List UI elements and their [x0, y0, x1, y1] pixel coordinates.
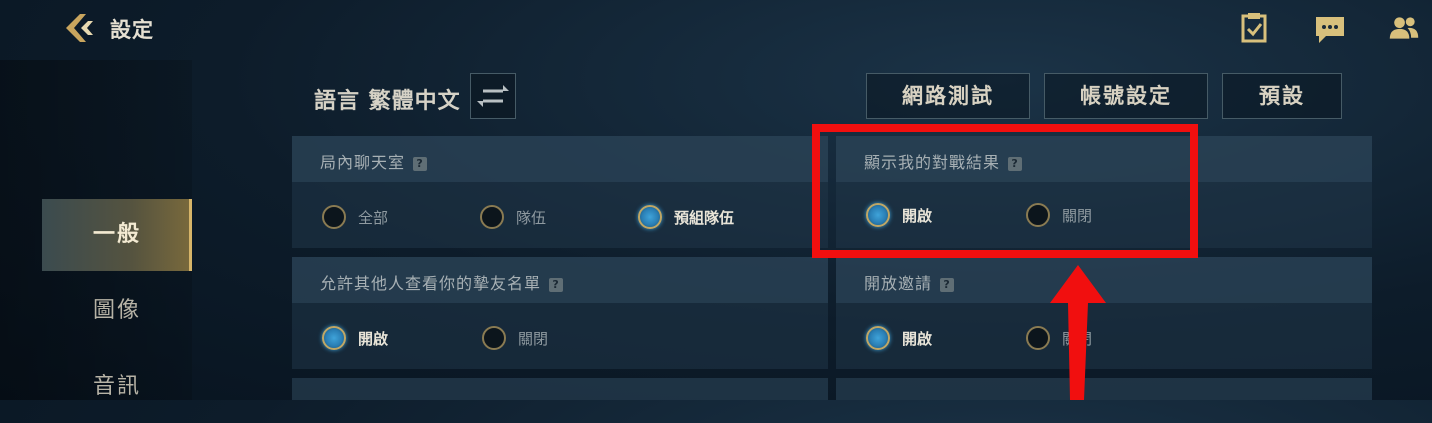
friends-icon[interactable]	[1388, 12, 1420, 44]
annotation-highlight-box	[812, 124, 1198, 258]
radio-chat-all[interactable]	[322, 205, 346, 229]
radio-invite-off[interactable]	[1026, 326, 1050, 350]
radio-label: 開啟	[358, 330, 389, 348]
help-icon[interactable]: ?	[549, 277, 564, 292]
sidebar-item-audio[interactable]: 音訊	[42, 351, 192, 423]
swap-arrows-icon	[477, 85, 509, 107]
radio-label: 預組隊伍	[674, 209, 735, 227]
radio-friendlist-on[interactable]	[322, 326, 346, 350]
language-label: 語言 繁體中文	[314, 89, 461, 114]
radio-label: 全部	[358, 209, 389, 227]
default-button[interactable]: 預設	[1222, 73, 1342, 119]
clipboard-check-icon[interactable]	[1238, 12, 1270, 44]
radio-invite-on[interactable]	[866, 326, 890, 350]
radio-friendlist-off[interactable]	[482, 326, 506, 350]
sidebar-item-graphics[interactable]: 圖像	[42, 275, 192, 347]
panel-head-partial	[292, 378, 828, 400]
annotation-arrow-icon	[1050, 265, 1106, 400]
language-swap-button[interactable]	[470, 73, 516, 119]
sidebar-item-general[interactable]: 一般	[42, 199, 192, 271]
radio-label: 隊伍	[516, 209, 547, 227]
section-title-open-invite: 開放邀請?	[864, 270, 955, 294]
back-chevron-icon[interactable]	[62, 12, 98, 44]
help-icon[interactable]: ?	[413, 156, 428, 171]
page-title: 設定	[110, 18, 154, 42]
network-test-button[interactable]: 網路測試	[866, 73, 1030, 119]
help-icon[interactable]: ?	[940, 277, 955, 292]
section-title-in-game-chat: 局內聊天室?	[320, 149, 428, 173]
account-settings-button[interactable]: 帳號設定	[1044, 73, 1208, 119]
radio-chat-premade[interactable]	[638, 205, 662, 229]
radio-label: 關閉	[518, 330, 549, 348]
radio-chat-team[interactable]	[480, 205, 504, 229]
chat-bubble-icon[interactable]	[1314, 14, 1346, 46]
radio-label: 開啟	[902, 330, 933, 348]
section-title-friend-list: 允許其他人查看你的摯友名單?	[320, 270, 564, 294]
